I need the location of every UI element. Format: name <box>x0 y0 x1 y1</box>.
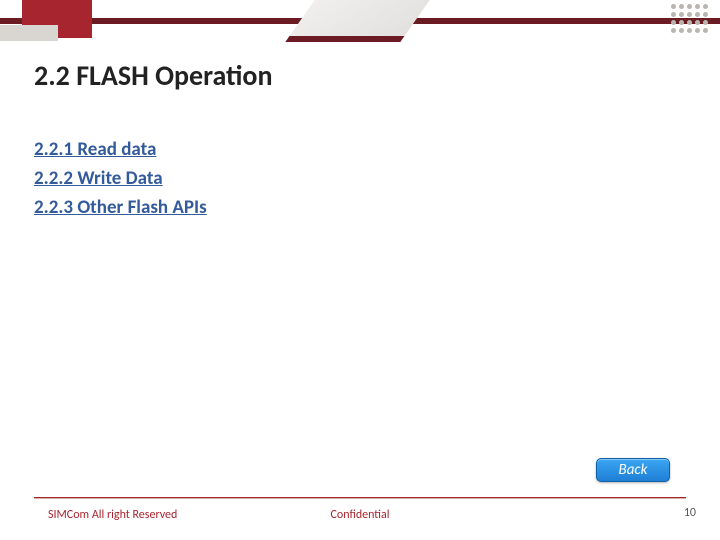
back-button[interactable]: Back <box>596 458 670 482</box>
page-title: 2.2 FLASH Operation <box>34 58 273 93</box>
toc-link-write-data[interactable]: 2.2.2 Write Data <box>34 167 207 190</box>
toc-list: 2.2.1 Read data 2.2.2 Write Data 2.2.3 O… <box>34 138 207 225</box>
footer-divider <box>34 497 686 498</box>
page-number: 10 <box>684 506 696 520</box>
slide: 2.2 FLASH Operation 2.2.1 Read data 2.2.… <box>0 0 720 540</box>
toc-link-read-data[interactable]: 2.2.1 Read data <box>34 138 207 161</box>
dot-grid-icon <box>671 4 708 33</box>
footer-confidential: Confidential <box>0 508 720 522</box>
header-grey-block <box>0 25 58 41</box>
toc-link-other-flash-apis[interactable]: 2.2.3 Other Flash APIs <box>34 196 207 219</box>
header-diagonal-shape <box>285 0 429 42</box>
